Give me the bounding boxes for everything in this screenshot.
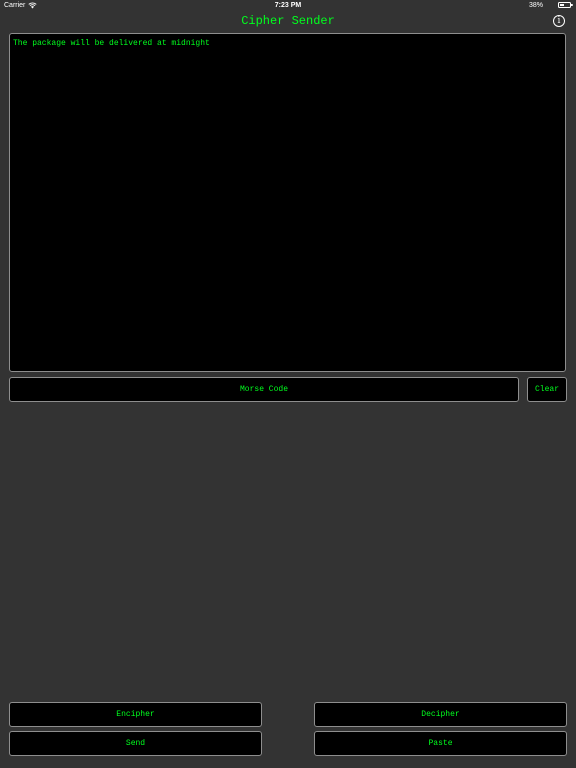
clear-button[interactable]: Clear bbox=[527, 377, 567, 402]
battery-icon bbox=[558, 2, 573, 8]
status-bar: Carrier 7:23 PM 38% bbox=[0, 0, 576, 12]
cipher-type-selector[interactable]: Morse Code bbox=[9, 377, 519, 402]
battery-level bbox=[560, 4, 564, 6]
send-button[interactable]: Send bbox=[9, 731, 262, 756]
battery-percentage: 38% bbox=[528, 2, 543, 9]
encipher-button[interactable]: Encipher bbox=[9, 702, 262, 727]
paste-button[interactable]: Paste bbox=[314, 731, 567, 756]
message-text-area[interactable]: The package will be delivered at midnigh… bbox=[9, 33, 566, 372]
decipher-button[interactable]: Decipher bbox=[314, 702, 567, 727]
info-icon[interactable]: i bbox=[553, 15, 565, 27]
page-title: Cipher Sender bbox=[241, 14, 335, 28]
status-time: 7:23 PM bbox=[274, 2, 302, 9]
screen: Carrier 7:23 PM 38% Cipher Sender i The … bbox=[0, 0, 576, 768]
